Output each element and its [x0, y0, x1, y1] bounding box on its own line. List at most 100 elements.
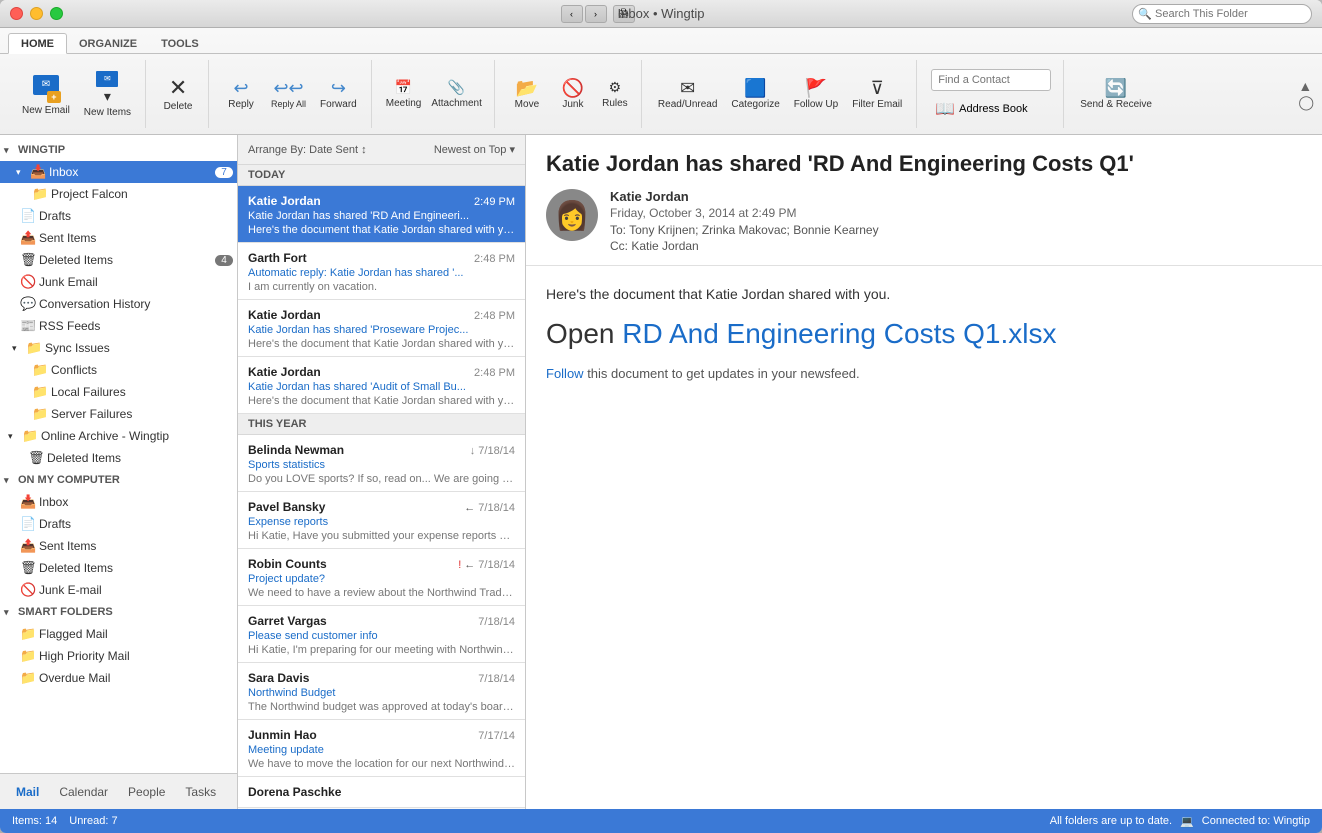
meeting-button[interactable]: 📅 Meeting [382, 67, 426, 121]
tab-home[interactable]: HOME [8, 33, 67, 54]
sidebar-item-server-failures[interactable]: 📁 Server Failures [0, 403, 237, 425]
new-items-label: New Items [84, 107, 131, 118]
email-icons-5: ← 7/18/14 [464, 502, 515, 514]
sidebar-item-flagged-mail[interactable]: 📁 Flagged Mail [0, 623, 237, 645]
new-email-button[interactable]: ✉ + New Email [16, 67, 76, 121]
email-subject-4: Sports statistics [248, 459, 515, 471]
sidebar-section-mycomputer[interactable]: ▾ ON MY COMPUTER [0, 469, 237, 491]
follow-link[interactable]: Follow [546, 366, 584, 381]
junk-button[interactable]: 🚫 Junk [551, 67, 595, 121]
email-item-5[interactable]: Pavel Bansky ← 7/18/14 Expense reports H… [238, 492, 525, 549]
sidebar-item-local-junk[interactable]: 🚫 Junk E-mail [0, 579, 237, 601]
email-item-6[interactable]: Robin Counts ! ← 7/18/14 Project update?… [238, 549, 525, 606]
drafts-icon: 📄 [20, 208, 36, 224]
email-item-3[interactable]: Katie Jordan 2:48 PM Katie Jordan has sh… [238, 357, 525, 414]
nav-tab-tasks[interactable]: Tasks [177, 781, 224, 803]
arrange-by[interactable]: Arrange By: Date Sent ↕ [248, 144, 367, 156]
nav-tab-people[interactable]: People [120, 781, 173, 803]
sidebar-item-drafts[interactable]: 📄 Drafts [0, 205, 237, 227]
email-item-4[interactable]: Belinda Newman ↓ 7/18/14 Sports statisti… [238, 435, 525, 492]
sidebar-item-local-deleted[interactable]: 🗑 Deleted Items [0, 557, 237, 579]
body-open-text: Open [546, 318, 622, 349]
back-button[interactable]: ‹ [561, 5, 583, 23]
sidebar-item-inbox[interactable]: ▾ 📥 Inbox 7 [0, 161, 237, 183]
sidebar-item-conversation-history[interactable]: 💬 Conversation History [0, 293, 237, 315]
email-subject-5: Expense reports [248, 516, 515, 528]
sidebar-item-high-priority-mail[interactable]: 📁 High Priority Mail [0, 645, 237, 667]
meta-info: Katie Jordan Friday, October 3, 2014 at … [610, 189, 1302, 253]
sidebar-item-overdue-mail[interactable]: 📁 Overdue Mail [0, 667, 237, 689]
body-link[interactable]: RD And Engineering Costs Q1.xlsx [622, 318, 1056, 349]
attachment-button[interactable]: 📎 Attachment [427, 67, 486, 121]
sidebar-item-deleted-items[interactable]: 🗑 Deleted Items 4 [0, 249, 237, 271]
tab-organize[interactable]: ORGANIZE [67, 34, 149, 53]
forward-button[interactable]: › [585, 5, 607, 23]
nav-tab-calendar[interactable]: Calendar [51, 781, 116, 803]
email-preview-6: We need to have a review about the North… [248, 587, 515, 599]
email-sender-7: Garret Vargas [248, 614, 327, 628]
email-sender-2: Katie Jordan [248, 308, 321, 322]
flagged-icon: 📁 [20, 626, 36, 642]
ribbon-group-delete: ✕ Delete [148, 60, 209, 128]
categorize-button[interactable]: 🟦 Categorize [725, 67, 785, 121]
email-item-1[interactable]: Garth Fort 2:48 PM Automatic reply: Kati… [238, 243, 525, 300]
new-items-button[interactable]: ✉ ▾ New Items [78, 67, 137, 121]
move-button[interactable]: 📂 Move [505, 67, 549, 121]
sidebar-item-archive-deleted[interactable]: 🗑 Deleted Items [0, 447, 237, 469]
body-follow-suffix: this document to get updates in your new… [584, 366, 860, 381]
address-book-button[interactable]: 📖 Address Book [931, 97, 1051, 121]
minimize-button[interactable] [30, 7, 43, 20]
sort-order[interactable]: Newest on Top ▾ [434, 143, 515, 156]
unread-count: Unread: 7 [69, 815, 117, 827]
section-this-year: THIS YEAR [238, 414, 525, 435]
sidebar-item-local-inbox[interactable]: 📥 Inbox [0, 491, 237, 513]
sidebar-section-wingtip[interactable]: ▾ WINGTIP [0, 139, 237, 161]
toggle-sync: ▾ [12, 343, 26, 354]
local-drafts-icon: 📄 [20, 516, 36, 532]
forward-button[interactable]: ↪ Forward [314, 67, 363, 121]
high-priority-icon: 📁 [20, 648, 36, 664]
rss-icon: 📰 [20, 318, 36, 334]
follow-up-button[interactable]: 🚩 Follow Up [788, 67, 844, 121]
list-header: Arrange By: Date Sent ↕ Newest on Top ▾ [238, 135, 525, 165]
tab-tools[interactable]: TOOLS [149, 34, 211, 53]
search-input[interactable] [1132, 4, 1312, 24]
sidebar-section-smart-folders[interactable]: ▾ SMART FOLDERS [0, 601, 237, 623]
close-button[interactable] [10, 7, 23, 20]
email-time-4: 7/18/14 [478, 445, 515, 457]
email-item-2[interactable]: Katie Jordan 2:48 PM Katie Jordan has sh… [238, 300, 525, 357]
email-item-8[interactable]: Sara Davis 7/18/14 Northwind Budget The … [238, 663, 525, 720]
sidebar-section-sync[interactable]: ▾ 📁 Sync Issues [0, 337, 237, 359]
reply-all-button[interactable]: ↩↩ Reply All [265, 67, 312, 121]
rules-button[interactable]: ⚙ Rules [597, 67, 633, 121]
ribbon-collapse-btn[interactable]: ▲ [1298, 78, 1314, 94]
nav-tab-notes[interactable]: Notes [228, 781, 238, 803]
sidebar-item-sent-items[interactable]: 📤 Sent Items [0, 227, 237, 249]
email-subject-8: Northwind Budget [248, 687, 515, 699]
reply-button[interactable]: ↩ Reply [219, 67, 263, 121]
sidebar-item-project-falcon[interactable]: 📁 Project Falcon [0, 183, 237, 205]
sidebar-item-local-sent[interactable]: 📤 Sent Items [0, 535, 237, 557]
ribbon-options-btn[interactable]: ◯ [1298, 94, 1314, 111]
maximize-button[interactable] [50, 7, 63, 20]
statusbar-left: Items: 14 Unread: 7 [12, 815, 118, 827]
sidebar-item-junk-email[interactable]: 🚫 Junk Email [0, 271, 237, 293]
email-item-7[interactable]: Garret Vargas 7/18/14 Please send custom… [238, 606, 525, 663]
email-item-9[interactable]: Junmin Hao 7/17/14 Meeting update We hav… [238, 720, 525, 777]
read-unread-button[interactable]: ✉ Read/Unread [652, 67, 723, 121]
project-falcon-icon: 📁 [32, 186, 48, 202]
filter-email-button[interactable]: ⊽ Filter Email [846, 67, 908, 121]
email-item-10[interactable]: Dorena Paschke [238, 777, 525, 808]
send-receive-button[interactable]: 🔄 Send & Receive [1074, 67, 1158, 121]
sidebar-section-online-archive[interactable]: ▾ 📁 Online Archive - Wingtip [0, 425, 237, 447]
email-sender-3: Katie Jordan [248, 365, 321, 379]
sidebar-item-local-failures[interactable]: 📁 Local Failures [0, 381, 237, 403]
sidebar-item-rss-feeds[interactable]: 📰 RSS Feeds [0, 315, 237, 337]
email-item-0[interactable]: Katie Jordan 2:49 PM Katie Jordan has sh… [238, 186, 525, 243]
sidebar-item-conflicts[interactable]: 📁 Conflicts [0, 359, 237, 381]
sidebar-item-local-drafts[interactable]: 📄 Drafts [0, 513, 237, 535]
sidebar-tree: ▾ WINGTIP ▾ 📥 Inbox 7 📁 Project Falcon 📄… [0, 135, 237, 773]
find-contact-input[interactable] [931, 69, 1051, 91]
nav-tab-mail[interactable]: Mail [8, 781, 47, 803]
delete-button[interactable]: ✕ Delete [156, 67, 200, 121]
